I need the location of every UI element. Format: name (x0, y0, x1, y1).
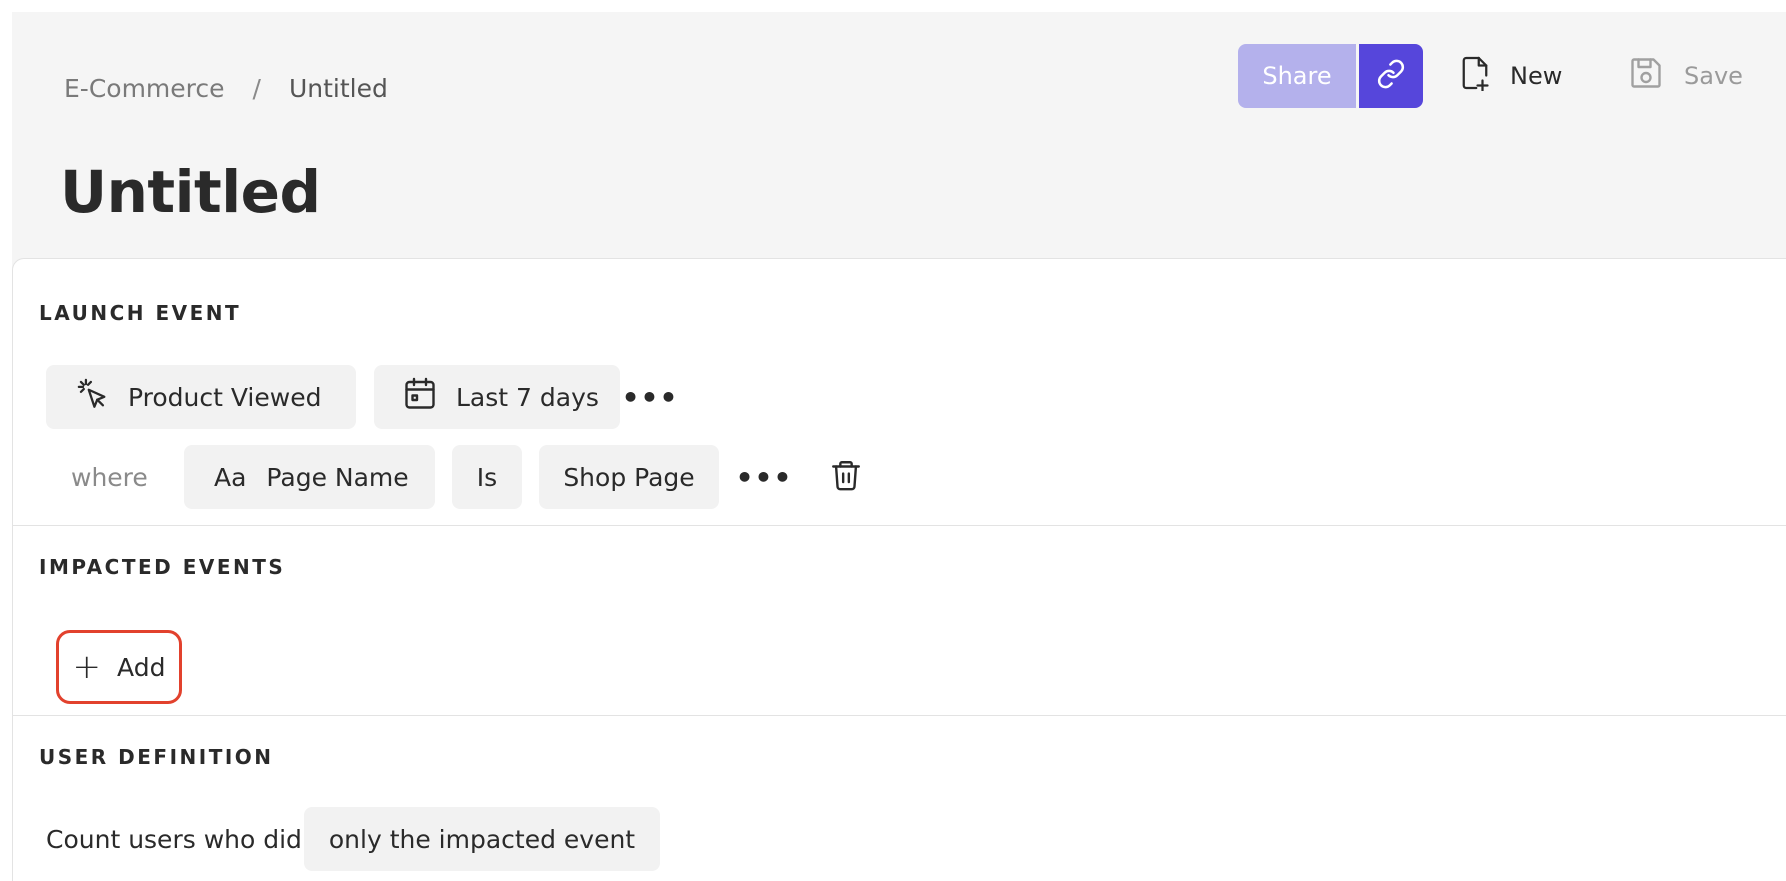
section-divider (13, 715, 1786, 716)
filter-operator-selector[interactable]: Is (452, 445, 522, 509)
report-body: LAUNCH EVENT Product Viewed Last 7 days … (12, 258, 1786, 881)
save-icon (1628, 55, 1684, 97)
save-button[interactable]: Save (1628, 44, 1743, 108)
new-button-label: New (1510, 62, 1563, 90)
launch-event-label: LAUNCH EVENT (39, 301, 242, 325)
breadcrumb-separator: / (252, 74, 261, 103)
user-definition-selector[interactable]: only the impacted event (304, 807, 660, 871)
date-range-selector[interactable]: Last 7 days (374, 365, 620, 429)
calendar-icon (402, 376, 456, 418)
where-label: where (71, 462, 148, 492)
text-type-icon: Aa (214, 462, 247, 492)
event-more-button[interactable]: ••• (622, 365, 678, 429)
new-button[interactable]: New (1460, 44, 1562, 108)
breadcrumb-parent[interactable]: E-Commerce (64, 74, 225, 103)
filter-value-selector[interactable]: Shop Page (539, 445, 719, 509)
copy-link-button[interactable] (1359, 44, 1423, 108)
delete-filter-button[interactable] (824, 445, 868, 509)
filter-property-selector[interactable]: Aa Page Name (184, 445, 435, 509)
save-button-label: Save (1684, 62, 1743, 90)
user-definition-label: USER DEFINITION (39, 745, 274, 769)
plus-icon: + (72, 647, 102, 687)
breadcrumb: E-Commerce / Untitled (64, 74, 388, 103)
event-selector[interactable]: Product Viewed (46, 365, 356, 429)
link-icon (1376, 59, 1406, 93)
trash-icon (829, 457, 863, 497)
impacted-events-label: IMPACTED EVENTS (39, 555, 286, 579)
add-button-label: Add (117, 652, 166, 682)
date-range-label: Last 7 days (456, 382, 599, 412)
event-name: Product Viewed (128, 382, 322, 412)
breadcrumb-current: Untitled (288, 74, 388, 103)
share-button[interactable]: Share (1238, 44, 1356, 108)
cursor-click-icon (76, 377, 128, 417)
add-impacted-event-button[interactable]: + Add (56, 630, 182, 704)
count-users-label: Count users who did (46, 824, 302, 854)
page-title[interactable]: Untitled (60, 158, 321, 226)
new-file-icon (1460, 55, 1510, 97)
filter-more-button[interactable]: ••• (736, 445, 792, 509)
filter-property-name: Page Name (266, 462, 409, 492)
section-divider (13, 525, 1786, 526)
